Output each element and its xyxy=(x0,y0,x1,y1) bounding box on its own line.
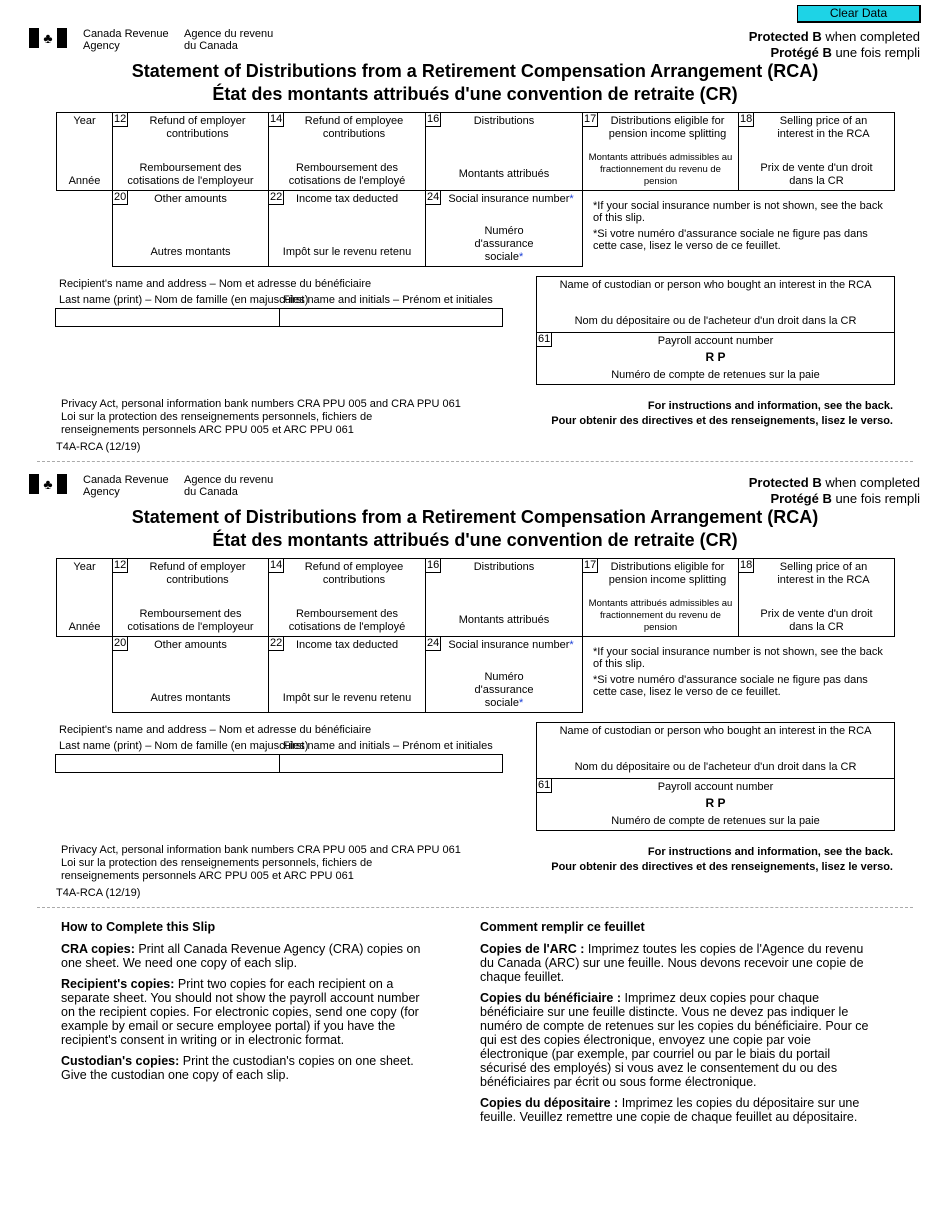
first-name-input[interactable] xyxy=(279,308,503,327)
agency-name-fr: Agence du revenu du Canada xyxy=(184,28,274,52)
box-20-field[interactable]: 20 Other amounts Autres montants xyxy=(112,636,269,713)
protected-b-label: Protected B when completed Protégé B une… xyxy=(748,29,920,60)
how-to-item: Copies de l'ARC : Imprimez toutes les co… xyxy=(480,942,864,984)
box-12-field[interactable]: 12 Refund of employer contributions Remb… xyxy=(112,558,269,637)
instructions-notice: For instructions and information, see th… xyxy=(551,846,893,873)
canada-flag-icon: ♣ xyxy=(29,474,67,494)
how-to-title-en: How to Complete this Slip xyxy=(61,920,216,934)
agency-name-en: Canada Revenue Agency xyxy=(83,28,169,52)
slip: ♣ Canada Revenue Agency Agence du revenu d… xyxy=(0,446,950,899)
form-number: T4A-RCA (12/19) xyxy=(56,887,141,899)
slip-title-en: Statement of Distributions from a Retire… xyxy=(131,61,819,81)
box-16-field[interactable]: 16 Distributions Montants attribués xyxy=(425,558,583,637)
recipient-label: Recipient's name and address – Nom et ad… xyxy=(59,278,372,290)
custodian-name-field[interactable]: Name of custodian or person who bought a… xyxy=(536,276,895,333)
box-16-field[interactable]: 16 Distributions Montants attribués xyxy=(425,112,583,191)
how-to-title-fr: Comment remplir ce feuillet xyxy=(480,920,645,934)
box-14-field[interactable]: 14 Refund of employee contributions Remb… xyxy=(268,112,426,191)
how-to-item: Custodian's copies: Print the custodian'… xyxy=(61,1054,414,1082)
how-to-en: How to Complete this Slip CRA copies: Pr… xyxy=(61,920,431,1089)
slip: ♣ Canada Revenue Agency Agence du revenu d… xyxy=(0,0,950,453)
box-18-field[interactable]: 18 Selling price of an interest in the R… xyxy=(738,558,895,637)
custodian-name-field[interactable]: Name of custodian or person who bought a… xyxy=(536,722,895,779)
how-to-item: Copies du bénéficiaire : Imprimez deux c… xyxy=(480,991,869,1089)
box-14-field[interactable]: 14 Refund of employee contributions Remb… xyxy=(268,558,426,637)
agency-name-fr: Agence du revenu du Canada xyxy=(184,474,274,498)
first-name-label: First name and initials – Prénom et init… xyxy=(283,294,493,306)
last-name-input[interactable] xyxy=(55,754,280,773)
first-name-input[interactable] xyxy=(279,754,503,773)
box-18-field[interactable]: 18 Selling price of an interest in the R… xyxy=(738,112,895,191)
how-to-item: Recipient's copies: Print two copies for… xyxy=(61,977,420,1047)
last-name-input[interactable] xyxy=(55,308,280,327)
year-field[interactable]: Year Année xyxy=(56,558,113,637)
payroll-rp-prefix: R P xyxy=(705,796,726,810)
box-20-field[interactable]: 20 Other amounts Autres montants xyxy=(112,190,269,267)
payroll-rp-prefix: R P xyxy=(705,350,726,364)
sin-note-en: *If your social insurance number is not … xyxy=(593,200,883,224)
box-12-field[interactable]: 12 Refund of employer contributions Remb… xyxy=(112,112,269,191)
box-24-sin-field[interactable]: 24 Social insurance number* Numéro d'ass… xyxy=(425,190,583,267)
sin-note-fr: *Si votre numéro d'assurance sociale ne … xyxy=(593,228,868,252)
box-17-field[interactable]: 17 Distributions eligible for pension in… xyxy=(582,112,739,191)
cut-line xyxy=(37,907,913,908)
privacy-notice: Privacy Act, personal information bank n… xyxy=(61,398,461,436)
canada-flag-icon: ♣ xyxy=(29,28,67,48)
protected-b-label: Protected B when completed Protégé B une… xyxy=(748,475,920,506)
box-24-sin-field[interactable]: 24 Social insurance number* Numéro d'ass… xyxy=(425,636,583,713)
how-to-item: CRA copies: Print all Canada Revenue Age… xyxy=(61,942,421,970)
box-61-payroll-field[interactable]: 61 Payroll account number R P Numéro de … xyxy=(536,332,895,385)
last-name-label: Last name (print) – Nom de famille (en m… xyxy=(59,740,309,752)
box-22-field[interactable]: 22 Income tax deducted Impôt sur le reve… xyxy=(268,636,426,713)
how-to-item: Copies du dépositaire : Imprimez les cop… xyxy=(480,1096,860,1124)
box-17-field[interactable]: 17 Distributions eligible for pension in… xyxy=(582,558,739,637)
instructions-notice: For instructions and information, see th… xyxy=(551,400,893,427)
last-name-label: Last name (print) – Nom de famille (en m… xyxy=(59,294,309,306)
year-field[interactable]: Year Année xyxy=(56,112,113,191)
slip-title-en: Statement of Distributions from a Retire… xyxy=(131,507,819,527)
slip-title-fr: État des montants attribués d'une conven… xyxy=(212,84,738,104)
first-name-label: First name and initials – Prénom et init… xyxy=(283,740,493,752)
agency-name-en: Canada Revenue Agency xyxy=(83,474,169,498)
slip-title-fr: État des montants attribués d'une conven… xyxy=(212,530,738,550)
box-22-field[interactable]: 22 Income tax deducted Impôt sur le reve… xyxy=(268,190,426,267)
privacy-notice: Privacy Act, personal information bank n… xyxy=(61,844,461,882)
how-to-fr: Comment remplir ce feuillet Copies de l'… xyxy=(480,920,870,1131)
recipient-label: Recipient's name and address – Nom et ad… xyxy=(59,724,372,736)
sin-note-en: *If your social insurance number is not … xyxy=(593,646,883,670)
box-61-payroll-field[interactable]: 61 Payroll account number R P Numéro de … xyxy=(536,778,895,831)
sin-note-fr: *Si votre numéro d'assurance sociale ne … xyxy=(593,674,868,698)
